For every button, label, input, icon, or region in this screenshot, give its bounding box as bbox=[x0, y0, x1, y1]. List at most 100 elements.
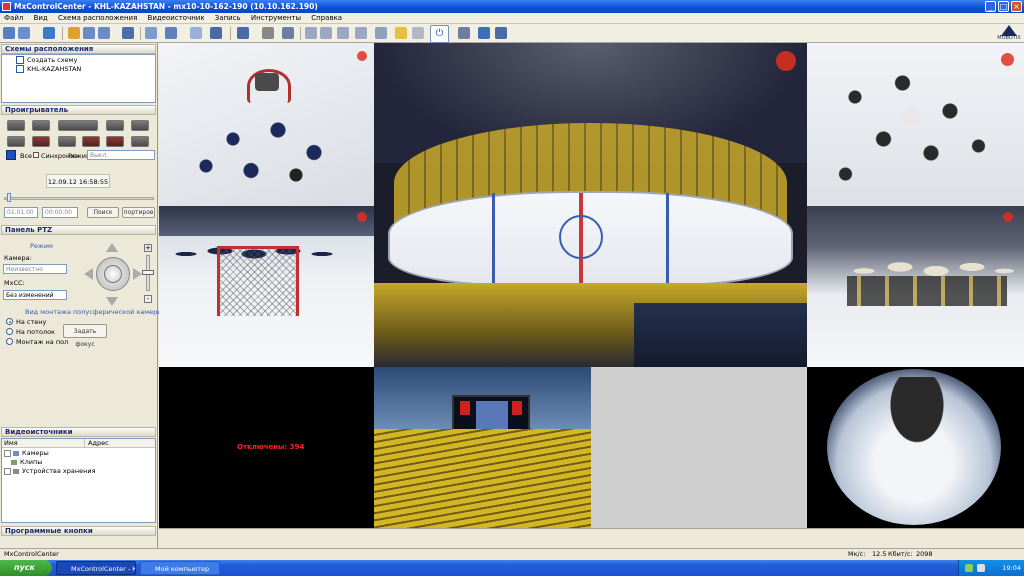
menu-tools[interactable]: Инструменты bbox=[247, 14, 305, 22]
yellow-seats bbox=[374, 429, 591, 528]
view-quad-icon[interactable] bbox=[337, 27, 349, 39]
camera-select[interactable]: Неизвестно bbox=[3, 264, 67, 274]
power-icon[interactable]: ⏻ bbox=[430, 25, 449, 43]
camera-view-scoreboard[interactable] bbox=[374, 367, 591, 528]
zoom-out-button[interactable]: - bbox=[144, 295, 152, 303]
camera-view-3[interactable] bbox=[807, 43, 1024, 206]
search-button[interactable]: Поиск bbox=[87, 207, 119, 218]
ptz-panel-header[interactable]: Панель PTZ bbox=[1, 225, 156, 235]
player-forward-button[interactable] bbox=[106, 120, 124, 131]
grid-icon[interactable] bbox=[122, 27, 134, 39]
source-clips[interactable]: Клипы bbox=[11, 458, 42, 466]
maximize-button[interactable]: □ bbox=[998, 1, 1009, 12]
print-icon[interactable] bbox=[282, 27, 294, 39]
task-my-computer[interactable]: Мой компьютер bbox=[140, 561, 220, 575]
tray-network-icon[interactable] bbox=[965, 564, 973, 572]
player-play-button[interactable] bbox=[58, 120, 98, 131]
mxcc-select[interactable]: Без изменений bbox=[3, 290, 67, 300]
soft-buttons-panel-header[interactable]: Программные кнопки bbox=[1, 526, 156, 536]
player-record-button[interactable] bbox=[106, 136, 124, 147]
player-last-button[interactable] bbox=[131, 120, 149, 131]
menu-help[interactable]: Справка bbox=[307, 14, 346, 22]
expand-icon[interactable] bbox=[4, 449, 11, 457]
layouts-panel-header[interactable]: Схемы расположения bbox=[1, 44, 156, 54]
zoom-slider-handle[interactable] bbox=[142, 270, 154, 275]
source-storage[interactable]: Устройства хранения bbox=[4, 467, 95, 475]
layout-item-khl[interactable]: KHL-KAZAHSTAN bbox=[16, 65, 81, 73]
ptz-up-arrow-icon[interactable] bbox=[106, 243, 118, 252]
layout-icon[interactable] bbox=[68, 27, 80, 39]
ptz-down-arrow-icon[interactable] bbox=[106, 297, 118, 306]
window-icon[interactable] bbox=[165, 27, 177, 39]
player-panel-header[interactable]: Проигрыватель bbox=[1, 105, 156, 115]
menu-file[interactable]: Файл bbox=[0, 14, 27, 22]
export-button[interactable]: портиров bbox=[122, 207, 155, 218]
tray-volume-icon[interactable] bbox=[977, 564, 985, 572]
camera-view-disconnected[interactable]: Отключены: 394 bbox=[159, 367, 374, 528]
message-icon[interactable] bbox=[412, 27, 424, 39]
menu-recording[interactable]: Запись bbox=[211, 14, 245, 22]
menu-layout[interactable]: Схема расположения bbox=[54, 14, 141, 22]
light-icon[interactable] bbox=[395, 27, 407, 39]
player-step-back-button[interactable] bbox=[7, 136, 25, 147]
mode-select[interactable]: Выкл. bbox=[87, 150, 155, 160]
ptz-left-arrow-icon[interactable] bbox=[84, 268, 93, 280]
menu-view[interactable]: Вид bbox=[30, 14, 52, 22]
camera-view-4[interactable] bbox=[807, 206, 1024, 367]
player-rewind-button[interactable] bbox=[32, 120, 50, 131]
mute-icon[interactable] bbox=[375, 27, 387, 39]
fisheye-mount-label: Вид монтажа полусферической камеры bbox=[25, 308, 163, 316]
ptz-joystick-knob[interactable] bbox=[104, 265, 122, 283]
timeline-slider[interactable] bbox=[4, 197, 154, 200]
mount-floor-radio[interactable] bbox=[6, 338, 13, 345]
select-icon[interactable] bbox=[190, 27, 202, 39]
help-icon[interactable] bbox=[495, 27, 507, 39]
column-address[interactable]: Адрес bbox=[88, 439, 109, 447]
display-icon[interactable] bbox=[237, 27, 249, 39]
task-mxcontrolcenter[interactable]: MxControlCenter - К... bbox=[56, 561, 136, 575]
all-cameras-icon[interactable] bbox=[6, 150, 16, 160]
date-field[interactable]: 01.01.00 bbox=[4, 207, 38, 218]
film-icon[interactable] bbox=[262, 27, 274, 39]
mount-ceiling-radio[interactable] bbox=[6, 328, 13, 335]
camera-view-fisheye[interactable] bbox=[807, 367, 1024, 528]
create-layout-item[interactable]: Создать схему bbox=[16, 56, 77, 64]
empty-camera-slot[interactable] bbox=[591, 367, 807, 528]
expand-icon[interactable] bbox=[4, 467, 11, 475]
refresh-icon[interactable] bbox=[43, 27, 55, 39]
ptz-right-arrow-icon[interactable] bbox=[133, 268, 142, 280]
column-name[interactable]: Имя bbox=[4, 439, 18, 447]
menu-video-source[interactable]: Видеоисточник bbox=[144, 14, 209, 22]
player-mark-out-button[interactable] bbox=[82, 136, 100, 147]
forward-icon[interactable] bbox=[98, 27, 110, 39]
speaker-icon[interactable] bbox=[355, 27, 367, 39]
player-first-button[interactable] bbox=[7, 120, 25, 131]
monitor-icon[interactable] bbox=[210, 27, 222, 39]
camera-add-icon[interactable] bbox=[145, 27, 157, 39]
player-mark-in-button[interactable] bbox=[32, 136, 50, 147]
minimize-button[interactable]: _ bbox=[985, 1, 996, 12]
source-cameras[interactable]: Камеры bbox=[4, 449, 49, 457]
back-icon[interactable] bbox=[83, 27, 95, 39]
close-button[interactable]: × bbox=[1011, 1, 1022, 12]
time-field[interactable]: 00:00:00 bbox=[42, 207, 78, 218]
view-double-icon[interactable] bbox=[320, 27, 332, 39]
mount-wall-radio[interactable] bbox=[6, 318, 13, 325]
sources-panel-header[interactable]: Видеоисточники bbox=[1, 427, 156, 437]
set-focus-button[interactable]: Задать фокус bbox=[63, 324, 107, 348]
camera-view-1[interactable] bbox=[159, 43, 374, 206]
window-title-bar[interactable]: MxControlCenter - KHL-KAZAHSTAN - mx10-1… bbox=[0, 0, 1024, 13]
open-icon[interactable] bbox=[3, 27, 15, 39]
view-single-icon[interactable] bbox=[305, 27, 317, 39]
player-step-forward-button[interactable] bbox=[131, 136, 149, 147]
save-icon[interactable] bbox=[18, 27, 30, 39]
camera-view-main[interactable] bbox=[374, 43, 807, 367]
player-pause-button[interactable] bbox=[58, 136, 76, 147]
start-button[interactable]: пуск bbox=[0, 560, 52, 576]
timeline-handle[interactable] bbox=[7, 193, 11, 202]
camera-view-2[interactable] bbox=[159, 206, 374, 367]
sync-checkbox[interactable] bbox=[33, 152, 39, 158]
zoom-in-button[interactable]: + bbox=[144, 244, 152, 252]
settings-icon[interactable] bbox=[478, 27, 490, 39]
tools-icon[interactable] bbox=[458, 27, 470, 39]
